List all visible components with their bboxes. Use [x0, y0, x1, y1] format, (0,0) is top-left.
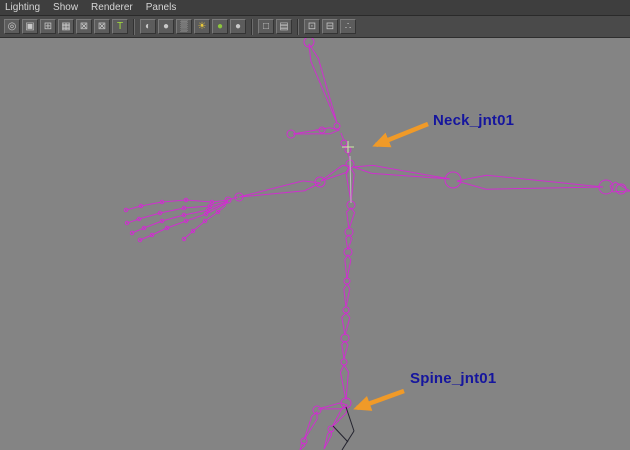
panel-layout-icon[interactable]: ▣: [22, 19, 38, 34]
toolbar-separator: [297, 18, 299, 35]
screen-space-ao-icon[interactable]: ●: [230, 19, 246, 34]
grid-toggle-icon[interactable]: ⊞: [40, 19, 56, 34]
toolbar-separator: [251, 18, 253, 35]
annotation-neck-label: Neck_jnt01: [433, 112, 515, 129]
snap-to-point-icon[interactable]: ◎: [4, 19, 20, 34]
connections-icon[interactable]: ∴: [340, 19, 356, 34]
maya-viewport-window: { "menu_bar": { "items": [ {"label": "Li…: [0, 0, 630, 450]
menu-show[interactable]: Show: [53, 0, 78, 15]
shadows-icon[interactable]: ●: [212, 19, 228, 34]
menu-lighting[interactable]: Lighting: [5, 0, 40, 15]
multi-pane-icon[interactable]: ▦: [58, 19, 74, 34]
annotation-spine-label: Spine_jnt01: [410, 370, 497, 387]
menu-renderer[interactable]: Renderer: [91, 0, 133, 15]
camera-attributes-icon[interactable]: ⊡: [304, 19, 320, 34]
xray-mode-icon[interactable]: ▤: [276, 19, 292, 34]
film-gate-icon[interactable]: ⊠: [76, 19, 92, 34]
texture-view-icon[interactable]: T: [112, 19, 128, 34]
viewport-toolbar: ◎ ▣ ⊞ ▦ ⊠ ⊠ T ◐ ● ▒ ☀ ● ● □ ▤ ⊡ ⊟ ∴: [0, 16, 630, 38]
textured-mode-icon[interactable]: ▒: [176, 19, 192, 34]
use-all-lights-icon[interactable]: ☀: [194, 19, 210, 34]
panel-menu-bar: Lighting Show Renderer Panels: [0, 0, 630, 16]
viewport-3d[interactable]: [0, 38, 630, 450]
menu-panels[interactable]: Panels: [146, 0, 177, 15]
smooth-shade-icon[interactable]: ●: [158, 19, 174, 34]
toolbar-separator: [133, 18, 135, 35]
wireframe-mode-icon[interactable]: ◐: [140, 19, 156, 34]
resolution-gate-icon[interactable]: ⊠: [94, 19, 110, 34]
bookmark-icon[interactable]: ⊟: [322, 19, 338, 34]
isolate-select-icon[interactable]: □: [258, 19, 274, 34]
